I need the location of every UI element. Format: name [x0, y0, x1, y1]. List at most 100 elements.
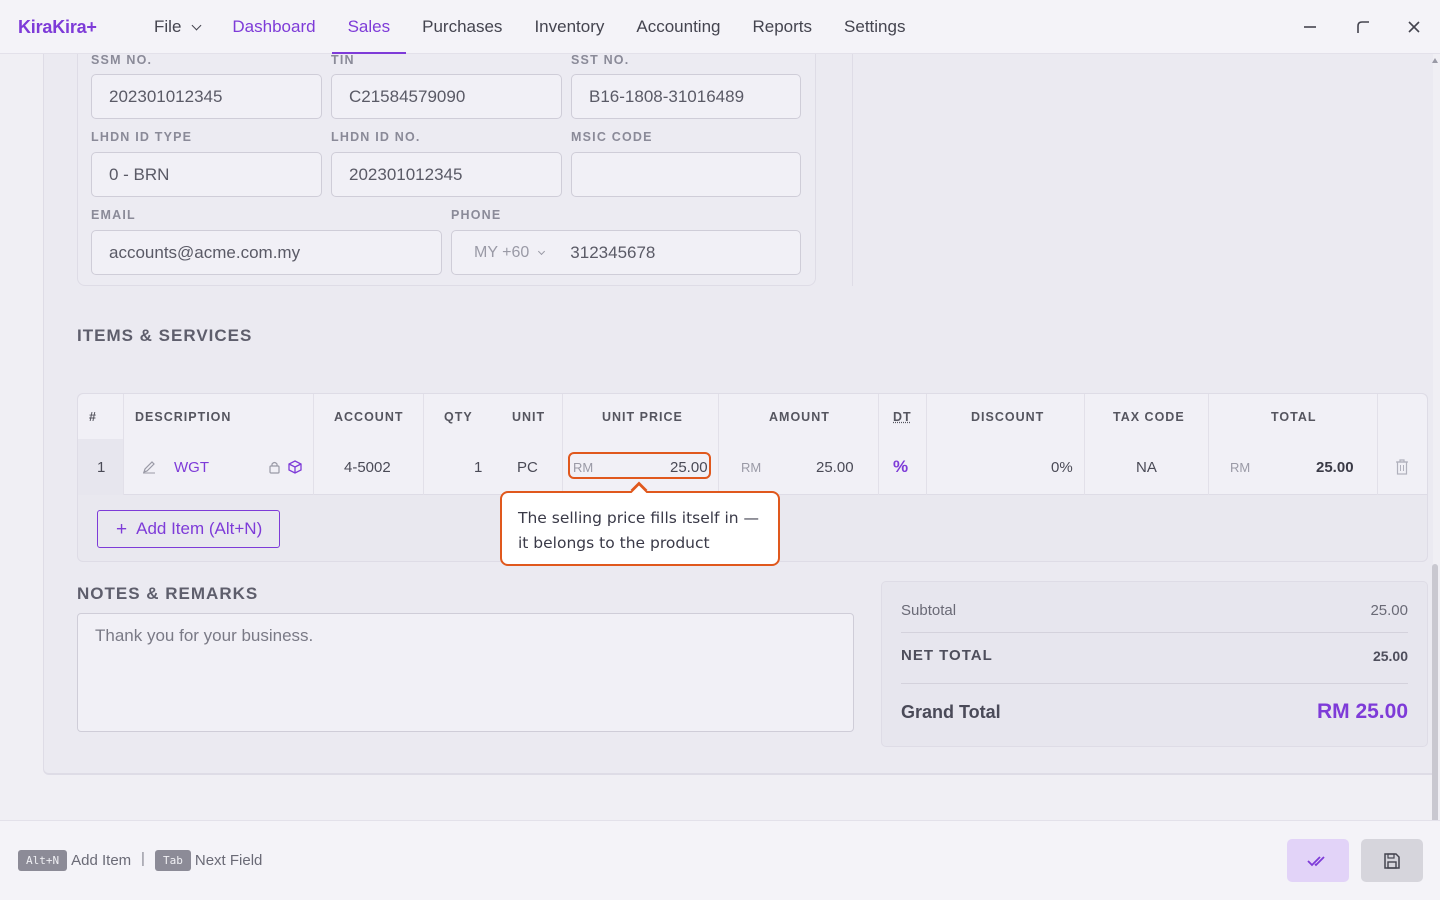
item-tax-code[interactable]: NA — [1136, 439, 1157, 495]
plus-icon: + — [116, 518, 128, 540]
delete-row-button[interactable] — [1395, 439, 1409, 495]
edit-description-button[interactable] — [142, 439, 156, 495]
col-header-unit: UNIT — [512, 409, 546, 424]
item-unit[interactable]: PC — [517, 439, 538, 495]
phone-label: PHONE — [451, 208, 502, 222]
pencil-icon — [143, 461, 155, 474]
divider — [901, 632, 1408, 633]
col-header-amount: AMOUNT — [769, 409, 830, 424]
item-account[interactable]: 4-5002 — [344, 439, 391, 495]
phone-country-select[interactable]: MY +60 — [474, 243, 546, 262]
save-icon — [1384, 852, 1400, 869]
tutorial-callout: The selling price fills itself in — it b… — [500, 491, 780, 566]
item-description-link[interactable]: WGT — [174, 439, 209, 495]
col-header-description: DESCRIPTION — [135, 409, 232, 424]
email-label: EMAIL — [91, 208, 136, 222]
lock-icon — [269, 461, 280, 474]
nav-inventory[interactable]: Inventory — [534, 0, 604, 54]
main-nav: File Dashboard Sales Purchases Inventory… — [154, 0, 937, 54]
package-icon — [288, 460, 302, 474]
divider — [901, 683, 1408, 684]
close-icon — [1408, 21, 1420, 33]
phone-country-code: MY +60 — [474, 243, 530, 261]
lhdn-no-label: LHDN ID NO. — [331, 130, 421, 144]
col-divider — [926, 394, 927, 495]
finalize-button[interactable] — [1287, 839, 1349, 882]
col-divider — [123, 394, 124, 495]
subtotal-label: Subtotal — [901, 602, 957, 619]
col-divider — [562, 394, 563, 495]
nav-accounting[interactable]: Accounting — [636, 0, 720, 54]
locked-field-indicator — [268, 439, 281, 495]
item-amount: 25.00 — [816, 458, 854, 476]
col-header-discount: DISCOUNT — [971, 409, 1045, 424]
nav-reports[interactable]: Reports — [753, 0, 813, 54]
item-discount[interactable]: 0% — [1051, 439, 1073, 495]
lhdn-no-input[interactable]: 202301012345 — [331, 152, 562, 197]
nav-settings[interactable]: Settings — [844, 0, 905, 54]
msic-input[interactable] — [571, 152, 801, 197]
col-divider — [1084, 394, 1085, 495]
col-divider — [1208, 394, 1209, 495]
double-check-icon — [1307, 855, 1325, 866]
col-header-qty: QTY — [444, 409, 473, 424]
tin-label: TIN — [331, 53, 355, 67]
nav-file-menu[interactable]: File — [154, 0, 202, 54]
col-header-total: TOTAL — [1271, 409, 1317, 424]
product-link-button[interactable] — [288, 439, 302, 495]
notes-textarea[interactable]: Thank you for your business. — [77, 613, 854, 732]
lhdn-type-select[interactable]: 0 - BRN — [91, 152, 322, 197]
nav-purchases[interactable]: Purchases — [422, 0, 502, 54]
ssm-input[interactable]: 202301012345 — [91, 74, 322, 119]
nav-sales[interactable]: Sales — [331, 0, 406, 54]
scroll-up-arrow[interactable] — [1432, 58, 1438, 63]
add-item-button[interactable]: + Add Item (Alt+N) — [97, 510, 280, 548]
net-total-label: NET TOTAL — [901, 647, 993, 664]
minimize-button[interactable] — [1297, 14, 1323, 40]
item-qty[interactable]: 1 — [474, 439, 482, 495]
grand-total-value: RM 25.00 — [1316, 700, 1408, 723]
subtotal-value: 25.00 — [1370, 602, 1408, 619]
maximize-button[interactable] — [1350, 14, 1376, 40]
unit-price-highlight — [568, 452, 711, 479]
lhdn-type-label: LHDN ID TYPE — [91, 130, 193, 144]
net-total-row: NET TOTAL 25.00 — [901, 647, 1408, 664]
sst-input[interactable]: B16-1808-31016489 — [571, 74, 801, 119]
shortcut-hint-next-field: Tab Next Field — [155, 850, 262, 871]
divider — [852, 54, 853, 286]
save-button[interactable] — [1361, 839, 1423, 882]
ssm-label: SSM NO. — [91, 53, 153, 67]
totals-summary: Subtotal 25.00 NET TOTAL 25.00 Grand Tot… — [881, 581, 1428, 747]
nav-file-label: File — [154, 17, 182, 36]
top-bar: KiraKira+ File Dashboard Sales Purchases… — [0, 0, 1440, 54]
discount-type-toggle[interactable]: % — [893, 439, 908, 495]
col-divider — [423, 394, 424, 495]
hint-separator: | — [141, 850, 145, 867]
phone-input[interactable]: 312345678 — [570, 243, 655, 263]
restore-icon — [1357, 21, 1369, 33]
email-input[interactable]: accounts@acme.com.my — [91, 230, 442, 275]
minimize-icon — [1304, 26, 1316, 28]
items-table: # DESCRIPTION ACCOUNT QTY UNIT UNIT PRIC… — [78, 394, 1427, 495]
chevron-down-icon — [191, 20, 202, 30]
col-header-unit-price: UNIT PRICE — [602, 409, 683, 424]
app-logo: KiraKira+ — [18, 17, 97, 37]
col-divider — [313, 394, 314, 495]
row-number: 1 — [97, 458, 106, 476]
keycap-tab: Tab — [155, 850, 191, 871]
items-section-title: ITEMS & SERVICES — [77, 326, 253, 345]
trash-icon — [1396, 459, 1408, 475]
close-button[interactable] — [1401, 14, 1427, 40]
tin-input[interactable]: C21584579090 — [331, 74, 562, 119]
chevron-down-icon — [538, 247, 546, 255]
total-currency: RM — [1230, 459, 1251, 475]
subtotal-row: Subtotal 25.00 — [901, 602, 1408, 619]
nav-dashboard[interactable]: Dashboard — [232, 0, 315, 54]
col-header-dt[interactable]: DT — [893, 394, 912, 439]
keycap-alt-n: Alt+N — [18, 850, 68, 871]
phone-field: MY +60 312345678 — [451, 230, 801, 275]
net-total-value: 25.00 — [1372, 647, 1408, 664]
scrollbar[interactable] — [1430, 54, 1440, 872]
grand-total-label: Grand Total — [901, 701, 1001, 722]
col-header-tax-code: TAX CODE — [1113, 409, 1185, 424]
